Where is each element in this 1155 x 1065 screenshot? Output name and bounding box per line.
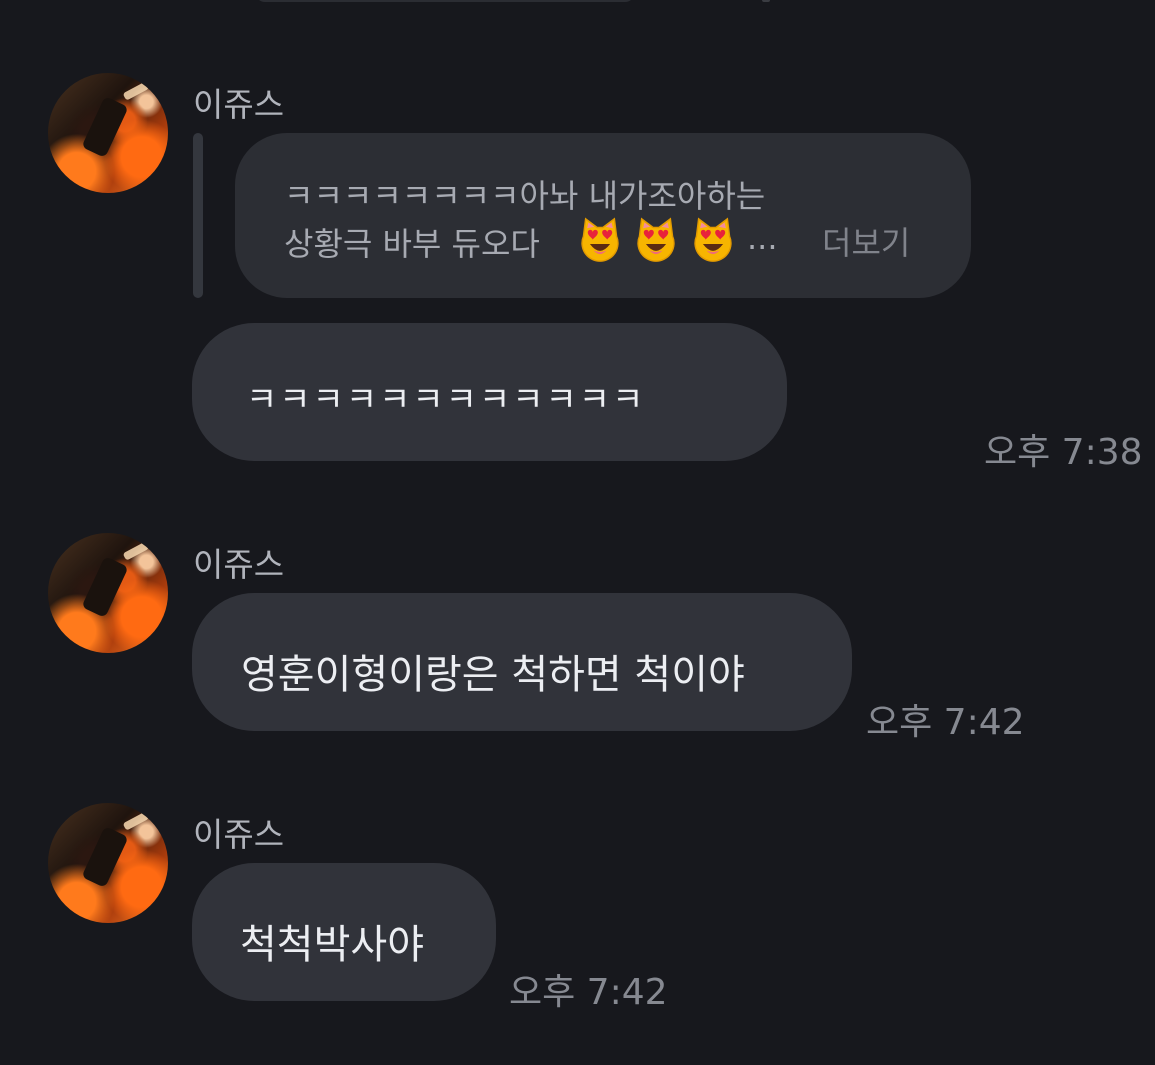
quoted-message-line-1: ㅋㅋㅋㅋㅋㅋㅋㅋ아놔 내가조아하는	[284, 177, 766, 215]
sender-name: 이쥬스	[193, 815, 285, 854]
message-time: 오후 7:42	[509, 972, 668, 1013]
quoted-message-line-2: 상황극 바부 듀오다	[284, 225, 540, 263]
quoted-message-ellipsis: ...	[747, 219, 778, 257]
previous-message-time-fragment	[762, 0, 770, 2]
sender-name: 이쥬스	[193, 545, 285, 584]
sender-name: 이쥬스	[193, 85, 285, 124]
avatar[interactable]	[48, 533, 168, 653]
previous-message-fragment	[255, 0, 635, 2]
avatar[interactable]	[48, 803, 168, 923]
show-more-button[interactable]: 더보기	[822, 218, 910, 264]
smiling-cat-heart-eyes-icon	[581, 217, 619, 262]
message-text: ㅋㅋㅋㅋㅋㅋㅋㅋㅋㅋㅋㅋ	[246, 380, 646, 420]
avatar[interactable]	[48, 73, 168, 193]
smiling-cat-heart-eyes-icon	[637, 217, 675, 262]
message-time: 오후 7:38	[984, 432, 1143, 473]
quote-indicator	[193, 133, 203, 298]
message-text: 영훈이형이랑은 척하면 척이야	[241, 652, 745, 698]
message-text: 척척박사야	[240, 922, 424, 968]
smiling-cat-heart-eyes-icon	[694, 217, 732, 262]
message-time: 오후 7:42	[866, 702, 1025, 743]
